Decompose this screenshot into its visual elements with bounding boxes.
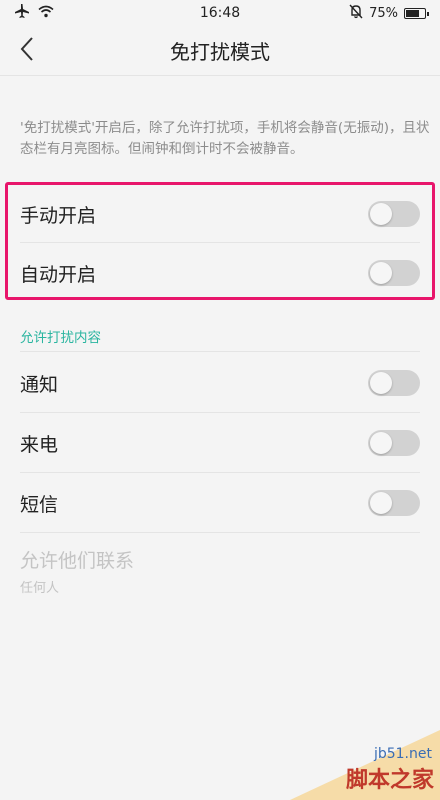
nav-bar: 免打扰模式 xyxy=(0,26,440,76)
mute-bell-icon xyxy=(349,4,363,23)
allow-contacts-title: 允许他们联系 xyxy=(20,550,135,572)
back-button[interactable] xyxy=(12,36,42,66)
battery-text: 75% xyxy=(369,5,398,21)
description-text: '免打扰模式'开启后，除了允许打扰项，手机将会静音(无振动)，且状态栏有月亮图标… xyxy=(20,120,430,157)
status-right: 75% xyxy=(349,4,429,23)
allow-sms-row[interactable]: 短信 xyxy=(0,473,440,533)
allow-sms-toggle[interactable] xyxy=(368,490,420,516)
allow-calls-toggle[interactable] xyxy=(368,430,420,456)
allow-calls-label: 来电 xyxy=(20,433,59,456)
airplane-icon xyxy=(14,4,30,22)
allow-calls-row[interactable]: 来电 xyxy=(0,413,440,473)
allow-section-header: 允许打扰内容 xyxy=(20,330,101,346)
allow-notifications-label: 通知 xyxy=(20,373,59,396)
divider xyxy=(20,351,420,352)
chevron-left-icon xyxy=(20,37,34,65)
status-bar: 16:48 75% xyxy=(0,0,440,26)
allow-notifications-row[interactable]: 通知 xyxy=(0,353,440,413)
allow-contacts-row[interactable]: 允许他们联系 任何人 xyxy=(20,546,134,596)
toggle-knob xyxy=(370,372,392,394)
allow-notifications-toggle[interactable] xyxy=(368,370,420,396)
allow-contacts-value: 任何人 xyxy=(20,581,60,596)
page-title: 免打扰模式 xyxy=(170,40,270,64)
wifi-icon xyxy=(38,5,54,22)
toggle-knob xyxy=(370,492,392,514)
status-left xyxy=(14,4,54,22)
watermark-domain: jb51.net xyxy=(373,746,432,762)
watermark-name: 脚本之家 xyxy=(345,768,434,793)
highlight-box xyxy=(5,182,435,300)
toggle-knob xyxy=(370,432,392,454)
allow-sms-label: 短信 xyxy=(20,493,59,516)
watermark: jb51.net 脚本之家 xyxy=(290,730,440,800)
divider xyxy=(20,532,420,533)
battery-icon xyxy=(404,7,429,19)
